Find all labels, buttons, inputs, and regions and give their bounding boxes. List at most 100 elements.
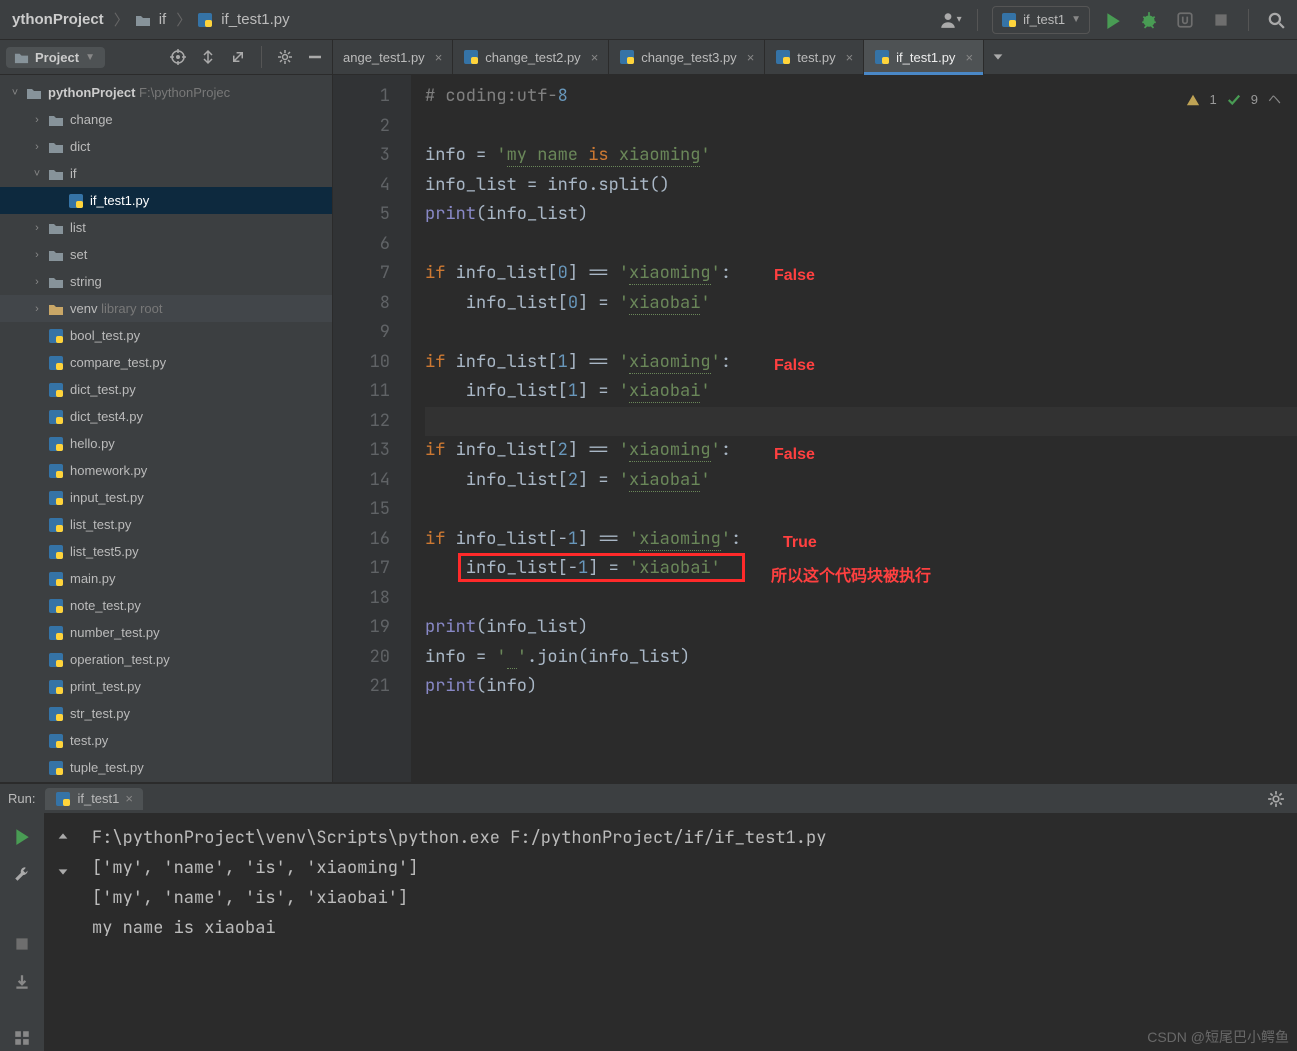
close-icon[interactable]: × [125, 791, 133, 806]
editor-tab[interactable]: test.py × [765, 40, 864, 74]
stop-button[interactable] [1208, 7, 1234, 33]
run-configuration-selector[interactable]: if_test1 ▼ [992, 6, 1090, 34]
hide-tool-button[interactable] [304, 46, 326, 68]
python-file-icon [48, 625, 64, 641]
close-icon[interactable]: × [431, 50, 443, 65]
tree-file-if_test1[interactable]: if_test1.py [0, 187, 332, 214]
folder-icon [48, 112, 64, 128]
run-side-toolbar [0, 813, 44, 1051]
tree-folder-string[interactable]: ›string [0, 268, 332, 295]
tree-file[interactable]: tuple_test.py [0, 754, 332, 781]
tree-folder-if[interactable]: ˅if [0, 160, 332, 187]
tree-folder-venv[interactable]: ›venv library root [0, 295, 332, 322]
navigation-bar: ythonProject 〉 if 〉 if_test1.py ▾ if_tes… [0, 0, 1297, 40]
tree-file[interactable]: list_test.py [0, 511, 332, 538]
tree-file[interactable]: number_test.py [0, 619, 332, 646]
gutter[interactable]: 123456789101112131415161718192021 [333, 75, 411, 782]
tree-file[interactable]: print_test.py [0, 673, 332, 700]
run-tab[interactable]: if_test1 × [45, 788, 143, 810]
python-file-icon [48, 517, 64, 533]
tree-file[interactable]: hello.py [0, 430, 332, 457]
editor-tab[interactable]: ange_test1.py× [333, 40, 453, 74]
tree-folder-dict[interactable]: ›dict [0, 133, 332, 160]
python-file-icon [48, 355, 64, 371]
tree-file[interactable]: homework.py [0, 457, 332, 484]
close-icon[interactable]: × [961, 50, 973, 65]
python-file-icon [48, 679, 64, 695]
tree-file[interactable]: operation_test.py [0, 646, 332, 673]
scroll-up-button[interactable] [50, 823, 76, 849]
tree-folder-set[interactable]: ›set [0, 241, 332, 268]
close-icon[interactable]: × [587, 50, 599, 65]
tab-label: change_test2.py [485, 50, 580, 65]
folder-icon [48, 301, 64, 317]
rerun-button[interactable] [9, 823, 35, 849]
tree-file[interactable]: list_test5.py [0, 538, 332, 565]
tree-file[interactable]: compare_test.py [0, 349, 332, 376]
run-with-coverage-button[interactable] [1172, 7, 1198, 33]
close-icon[interactable]: × [743, 50, 755, 65]
project-view-selector[interactable]: Project ▼ [6, 47, 105, 68]
run-config-name: if_test1 [1023, 12, 1065, 27]
breadcrumb[interactable]: ythonProject 〉 if 〉 if_test1.py [8, 9, 294, 30]
run-tab-label: if_test1 [77, 791, 119, 806]
python-file-icon [68, 193, 84, 209]
tree-project-root[interactable]: ˅pythonProject F:\pythonProjec [0, 79, 332, 106]
tree-file[interactable]: test.py [0, 727, 332, 754]
python-file-icon [48, 571, 64, 587]
code-content[interactable]: 1 9 ヘ False False False True 所以这个代码块被执行 … [411, 75, 1297, 782]
search-everywhere-button[interactable] [1263, 7, 1289, 33]
tree-file[interactable]: dict_test.py [0, 376, 332, 403]
code-editor[interactable]: 123456789101112131415161718192021 1 9 ヘ … [333, 75, 1297, 782]
editor-tab[interactable]: change_test2.py × [453, 40, 609, 74]
run-button[interactable] [1100, 7, 1126, 33]
breadcrumb-root[interactable]: ythonProject [8, 9, 108, 30]
debug-button[interactable] [1136, 7, 1162, 33]
tree-file[interactable]: str_test.py [0, 700, 332, 727]
separator [1248, 9, 1249, 31]
select-opened-file-button[interactable] [167, 46, 189, 68]
stop-process-button[interactable] [9, 931, 35, 957]
python-file-icon [48, 760, 64, 776]
layout-button[interactable] [9, 969, 35, 995]
editor-tab[interactable]: change_test3.py× [609, 40, 765, 74]
annotation-true: True [783, 528, 817, 558]
python-file-icon [197, 12, 213, 28]
more-button[interactable] [9, 1025, 35, 1051]
python-file-icon [775, 49, 791, 65]
python-file-icon [48, 328, 64, 344]
run-settings-button[interactable] [1263, 786, 1289, 812]
python-file-icon [1001, 12, 1017, 28]
scroll-down-button[interactable] [50, 859, 76, 885]
add-user-button[interactable]: ▾ [937, 7, 963, 33]
expand-icon[interactable]: ヘ [1268, 85, 1281, 115]
breadcrumb-folder[interactable]: if [155, 9, 171, 30]
inspections-widget[interactable]: 1 9 ヘ [1186, 85, 1281, 115]
annotation-note: 所以这个代码块被执行 [771, 562, 931, 592]
tree-file[interactable]: bool_test.py [0, 322, 332, 349]
chevron-down-icon: ▼ [85, 52, 95, 63]
breadcrumb-file[interactable]: if_test1.py [217, 9, 293, 30]
tree-file[interactable]: dict_test4.py [0, 403, 332, 430]
modify-run-config-button[interactable] [9, 861, 35, 887]
watermark: CSDN @短尾巴小鳄鱼 [1147, 1027, 1289, 1047]
close-icon[interactable]: × [842, 50, 854, 65]
tree-folder-list[interactable]: ›list [0, 214, 332, 241]
tab-label: test.py [797, 50, 835, 65]
tree-file[interactable]: main.py [0, 565, 332, 592]
python-file-icon [48, 409, 64, 425]
project-tree[interactable]: ˅pythonProject F:\pythonProjec›change›di… [0, 75, 332, 782]
collapse-all-button[interactable] [227, 46, 249, 68]
tab-label: if_test1.py [896, 50, 955, 65]
tree-folder-change[interactable]: ›change [0, 106, 332, 133]
editor-tab[interactable]: if_test1.py × [864, 40, 984, 74]
annotation-false-2: False [774, 351, 815, 381]
run-tool-window: Run: if_test1 × F:\pythonProject\venv\Sc… [0, 782, 1297, 1051]
run-output[interactable]: F:\pythonProject\venv\Scripts\python.exe… [82, 813, 1297, 1051]
tree-file[interactable]: input_test.py [0, 484, 332, 511]
tabs-dropdown-button[interactable] [984, 40, 1012, 74]
expand-all-button[interactable] [197, 46, 219, 68]
python-file-icon [48, 436, 64, 452]
tool-settings-button[interactable] [274, 46, 296, 68]
tree-file[interactable]: note_test.py [0, 592, 332, 619]
